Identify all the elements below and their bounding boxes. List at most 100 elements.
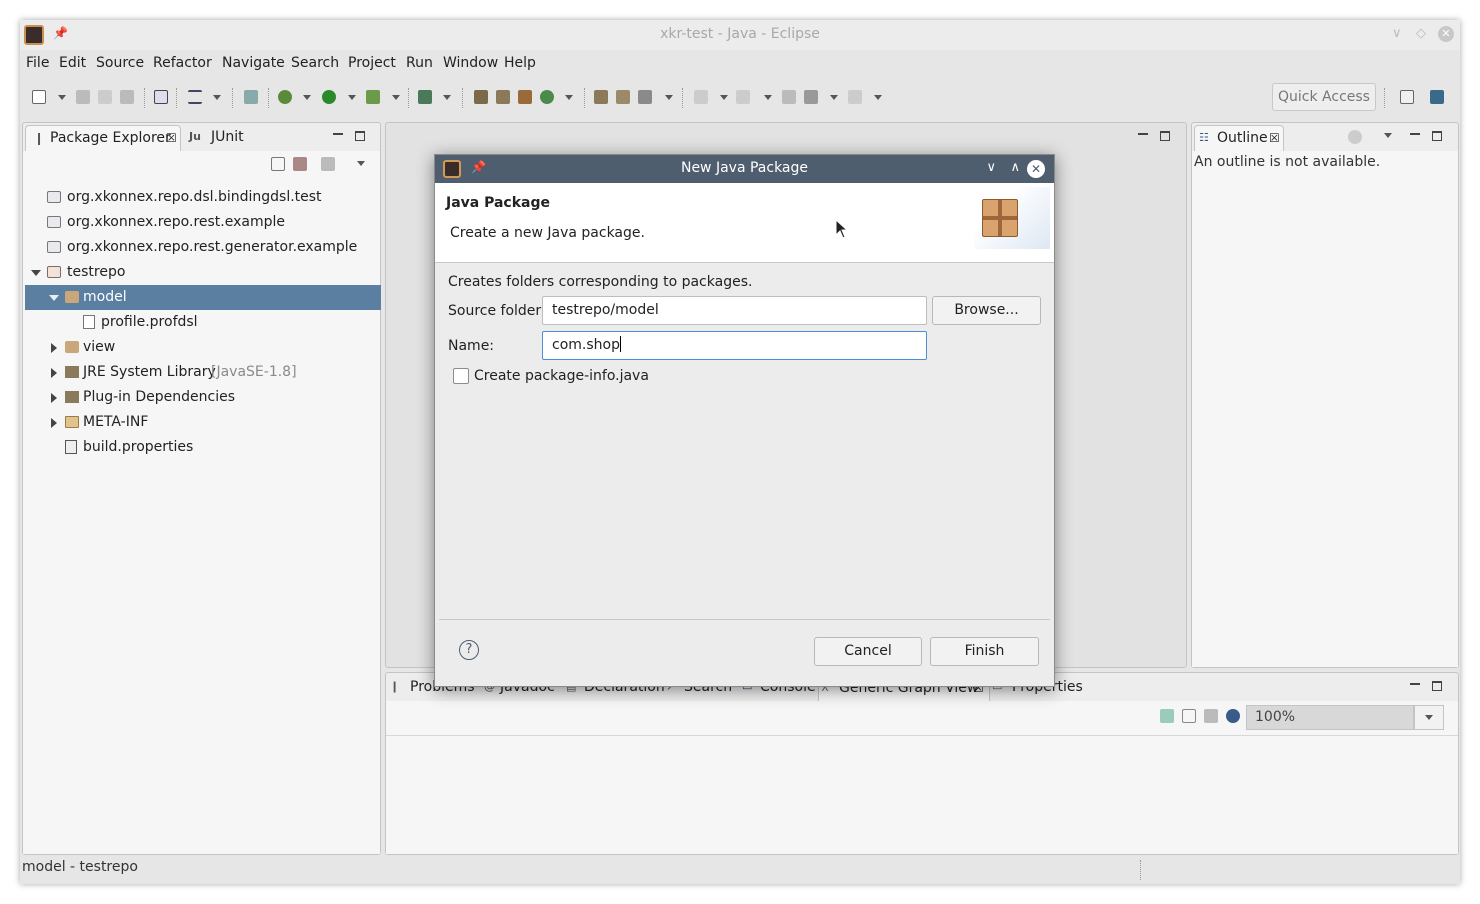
finish-button[interactable]: Finish [930, 637, 1039, 666]
skip-breakpoints-icon[interactable] [244, 90, 258, 104]
maximize-icon[interactable]: ◇ [1416, 26, 1426, 41]
close-tab-icon[interactable]: ☒ [166, 126, 177, 150]
graph-icon[interactable] [1182, 709, 1196, 723]
tree-item-selected[interactable]: model [25, 285, 381, 310]
minimize-panel-icon[interactable] [333, 133, 343, 135]
tree-item[interactable]: org.xkonnex.repo.dsl.bindingdsl.test [25, 185, 381, 210]
tab-junit[interactable]: Ju JUnit [183, 125, 283, 151]
maximize-panel-icon[interactable] [1432, 131, 1442, 141]
previous-annotation-dropdown-icon[interactable] [764, 95, 772, 100]
name-input[interactable]: com.shop [542, 331, 927, 360]
minimize-panel-icon[interactable] [1410, 133, 1420, 135]
minimize-editor-icon[interactable] [1138, 133, 1148, 135]
focus-task-icon[interactable] [321, 157, 335, 171]
menu-edit[interactable]: Edit [59, 55, 86, 71]
maximize-panel-icon[interactable] [1432, 681, 1442, 691]
create-package-info-label[interactable]: Create package-info.java [474, 368, 649, 384]
terminal-icon[interactable] [154, 90, 168, 104]
browse-button[interactable]: Browse... [932, 296, 1041, 325]
tree-item[interactable]: Plug-in Dependencies [25, 385, 381, 410]
collapsed-arrow-icon[interactable] [51, 418, 57, 428]
external-tools-dropdown-icon[interactable] [443, 95, 451, 100]
menu-project[interactable]: Project [348, 55, 396, 71]
save-all-icon[interactable] [98, 90, 112, 104]
source-folder-input[interactable]: testrepo/model [542, 296, 927, 325]
open-type-icon[interactable] [594, 90, 608, 104]
menu-navigate[interactable]: Navigate [222, 55, 285, 71]
menu-search[interactable]: Search [291, 55, 339, 71]
forward-icon[interactable] [848, 90, 862, 104]
zoom-combo[interactable]: 100% [1246, 705, 1414, 730]
new-icon[interactable] [32, 90, 46, 104]
maximize-panel-icon[interactable] [355, 131, 365, 141]
link-with-editor-icon[interactable] [293, 157, 307, 171]
next-annotation-dropdown-icon[interactable] [720, 95, 728, 100]
close-icon[interactable]: ✕ [1027, 160, 1045, 178]
maximize-icon[interactable]: ∧ [1010, 160, 1020, 175]
save-icon[interactable] [76, 90, 90, 104]
tree-item[interactable]: META-INF [25, 410, 381, 435]
debug-dropdown-icon[interactable] [303, 95, 311, 100]
new-class-icon[interactable] [518, 90, 532, 104]
external-tools-icon[interactable] [418, 90, 432, 104]
minimize-icon[interactable]: ∨ [1392, 26, 1402, 41]
java-perspective-icon[interactable] [1430, 90, 1444, 104]
view-menu-icon[interactable] [357, 161, 365, 166]
cancel-button[interactable]: Cancel [814, 637, 922, 666]
save-image-icon[interactable] [1204, 709, 1218, 723]
new-dropdown-icon[interactable] [58, 95, 66, 100]
menu-run[interactable]: Run [406, 55, 433, 71]
tree-item[interactable]: JRE System Library [JavaSE-1.8] [25, 360, 381, 385]
collapsed-arrow-icon[interactable] [51, 343, 57, 353]
quick-access-field[interactable]: Quick Access [1272, 83, 1376, 111]
run-icon[interactable] [322, 90, 336, 104]
print-icon[interactable] [120, 90, 134, 104]
menu-file[interactable]: File [26, 55, 49, 71]
sync-icon[interactable] [1348, 130, 1362, 144]
menu-window[interactable]: Window [443, 55, 498, 71]
maximize-editor-icon[interactable] [1160, 131, 1170, 141]
previous-annotation-icon[interactable] [736, 90, 750, 104]
minimize-panel-icon[interactable] [1410, 683, 1420, 685]
collapsed-arrow-icon[interactable] [51, 368, 57, 378]
expanded-arrow-icon[interactable] [49, 295, 59, 301]
refresh-dropdown-icon[interactable] [565, 95, 573, 100]
tab-outline[interactable]: ☷ Outline ☒ [1194, 125, 1284, 151]
close-window-icon[interactable]: ✕ [1438, 26, 1454, 42]
layout-icon[interactable] [1160, 709, 1174, 723]
help-icon[interactable]: ? [459, 640, 479, 660]
collapsed-arrow-icon[interactable] [51, 393, 57, 403]
tree-item[interactable]: org.xkonnex.repo.rest.generator.example [25, 235, 381, 260]
expanded-arrow-icon[interactable] [31, 270, 41, 276]
tree-item[interactable]: profile.profdsl [25, 310, 381, 335]
new-java-project-icon[interactable] [474, 90, 488, 104]
task-dropdown-icon[interactable] [213, 95, 221, 100]
menu-refactor[interactable]: Refactor [153, 55, 212, 71]
minimize-icon[interactable]: ∨ [986, 160, 996, 175]
back-icon[interactable] [804, 90, 818, 104]
coverage-icon[interactable] [366, 90, 380, 104]
menu-help[interactable]: Help [504, 55, 536, 71]
close-tab-icon[interactable]: ☒ [1269, 126, 1280, 150]
tree-item[interactable]: build.properties [25, 435, 381, 460]
zoom-dropdown-button[interactable] [1414, 705, 1444, 730]
open-perspective-icon[interactable] [1400, 90, 1414, 104]
tree-item[interactable]: org.xkonnex.repo.rest.example [25, 210, 381, 235]
task-icon[interactable] [188, 90, 202, 104]
last-edit-icon[interactable] [782, 90, 796, 104]
tab-package-explorer[interactable]: ❙ Package Explorer ☒ [25, 125, 181, 151]
search-tool-icon[interactable] [638, 90, 652, 104]
refresh-icon[interactable] [540, 90, 554, 104]
tree-item[interactable]: view [25, 335, 381, 360]
graph-canvas[interactable] [386, 735, 1458, 854]
coverage-dropdown-icon[interactable] [392, 95, 400, 100]
tree-item[interactable]: testrepo [25, 260, 381, 285]
collapse-all-icon[interactable] [271, 157, 285, 171]
settings-icon[interactable] [1226, 709, 1240, 723]
new-package-icon[interactable] [496, 90, 510, 104]
back-dropdown-icon[interactable] [830, 95, 838, 100]
create-package-info-checkbox[interactable] [453, 368, 469, 384]
next-annotation-icon[interactable] [694, 90, 708, 104]
view-menu-icon[interactable] [1384, 133, 1392, 138]
menu-source[interactable]: Source [96, 55, 144, 71]
